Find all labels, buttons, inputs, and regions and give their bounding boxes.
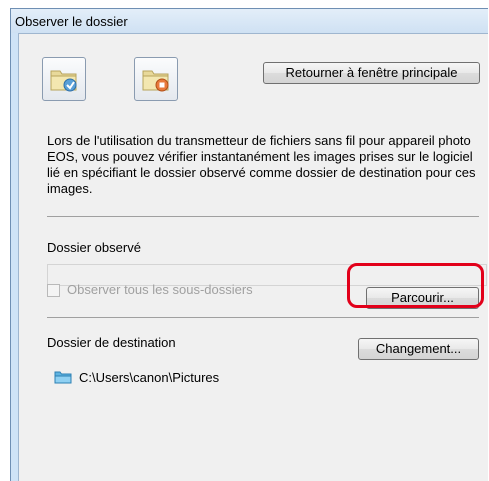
browse-button-highlight [347,263,484,308]
stop-watch-folder-button[interactable] [134,57,178,101]
title-bar[interactable]: Observer le dossier [11,9,488,33]
description-text: Lors de l'utilisation du transmetteur de… [47,133,476,196]
destination-folder-label: Dossier de destination [47,335,176,350]
window: Observer le dossier Retourner à fenêtre … [10,8,488,481]
return-main-window-button[interactable]: Retourner à fenêtre principale [263,62,480,84]
folder-watch-icon [50,70,77,92]
separator [47,216,479,217]
observed-folder-label: Dossier observé [47,240,141,255]
folder-icon [54,371,72,384]
change-destination-button[interactable]: Changement... [358,338,479,360]
folder-stop-icon [142,70,169,92]
watch-folder-button[interactable] [42,57,86,101]
observe-subfolders-label: Observer tous les sous-dossiers [67,282,253,297]
separator [47,317,479,318]
window-title: Observer le dossier [15,14,128,29]
dialog-content: Retourner à fenêtre principale Lors de l… [18,33,488,481]
destination-folder-path: C:\Users\canon\Pictures [79,370,220,385]
observe-subfolders-checkbox[interactable] [47,284,60,297]
